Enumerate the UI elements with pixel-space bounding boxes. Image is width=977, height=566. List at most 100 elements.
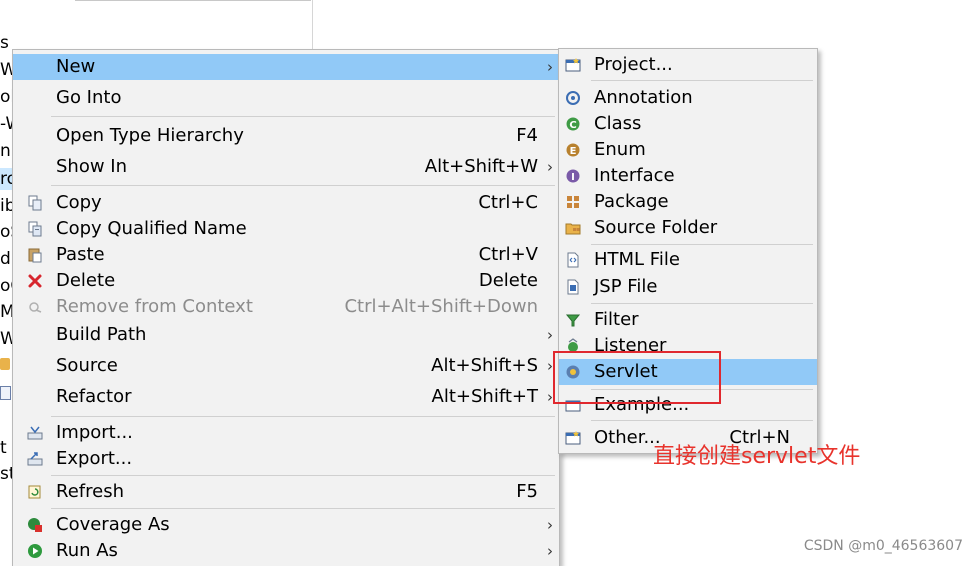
chevron-right-icon: › xyxy=(547,158,553,176)
menu-separator xyxy=(591,244,813,245)
menu-item-paste[interactable]: Paste Ctrl+V xyxy=(13,242,559,268)
submenu-item-label: Interface xyxy=(594,165,675,186)
folder-icon xyxy=(0,358,10,370)
remove-context-icon xyxy=(29,302,42,313)
menu-item-shortcut: Alt+Shift+T xyxy=(431,386,538,407)
submenu-item-label: Project... xyxy=(594,54,673,75)
menu-item-shortcut: F5 xyxy=(516,481,538,502)
menu-item-shortcut: Ctrl+Alt+Shift+Down xyxy=(344,296,538,317)
chevron-right-icon: › xyxy=(547,326,553,344)
menu-item-source[interactable]: Source Alt+Shift+S › xyxy=(13,353,559,379)
tree-header-line xyxy=(75,0,311,1)
menu-item-label: Remove from Context xyxy=(56,296,253,317)
import-icon xyxy=(27,426,43,440)
menu-separator xyxy=(51,116,555,117)
submenu-item-html-file[interactable]: HTML File xyxy=(559,247,817,273)
file-icon xyxy=(0,386,11,400)
context-menu: New › Go Into Open Type Hierarchy F4 Sho… xyxy=(12,49,560,566)
menu-item-copy[interactable]: Copy Ctrl+C xyxy=(13,190,559,216)
chevron-right-icon: › xyxy=(547,542,553,560)
run-icon xyxy=(28,544,42,558)
submenu-item-enum[interactable]: E Enum xyxy=(559,137,817,163)
menu-item-coverage-as[interactable]: Coverage As › xyxy=(13,512,559,538)
menu-item-open-type-hierarchy[interactable]: Open Type Hierarchy F4 xyxy=(13,123,559,149)
submenu-item-filter[interactable]: Filter xyxy=(559,307,817,333)
submenu-item-label: Other... xyxy=(594,427,661,448)
menu-item-label: Go Into xyxy=(56,87,122,108)
submenu-item-label: Filter xyxy=(594,309,639,330)
other-icon xyxy=(565,431,581,445)
menu-separator xyxy=(591,420,813,421)
menu-item-label: Import... xyxy=(56,422,133,443)
menu-item-import[interactable]: Import... xyxy=(13,420,559,446)
submenu-item-source-folder[interactable]: Source Folder xyxy=(559,215,817,241)
menu-item-shortcut: F4 xyxy=(516,125,538,146)
menu-item-label: Refresh xyxy=(56,481,124,502)
submenu-item-label: Enum xyxy=(594,139,646,160)
menu-item-shortcut: Ctrl+C xyxy=(478,192,538,213)
annotation-icon xyxy=(566,91,580,105)
submenu-item-project[interactable]: Project... xyxy=(559,52,817,78)
class-icon: C xyxy=(566,117,580,131)
menu-item-shortcut: Ctrl+V xyxy=(478,244,538,265)
watermark: CSDN @m0_46563607 xyxy=(803,538,963,554)
chevron-right-icon: › xyxy=(547,516,553,534)
interface-icon: I xyxy=(566,169,580,183)
package-icon xyxy=(567,196,579,208)
submenu-item-label: HTML File xyxy=(594,249,680,270)
menu-item-show-in[interactable]: Show In Alt+Shift+W › xyxy=(13,154,559,180)
menu-separator xyxy=(51,416,555,417)
menu-item-export[interactable]: Export... xyxy=(13,446,559,472)
menu-item-label: Source xyxy=(56,355,118,376)
submenu-item-annotation[interactable]: Annotation xyxy=(559,85,817,111)
menu-item-label: Show In xyxy=(56,156,128,177)
chevron-right-icon: › xyxy=(547,58,553,76)
menu-item-delete[interactable]: Delete Delete xyxy=(13,268,559,294)
source-folder-icon xyxy=(565,223,581,235)
paste-icon xyxy=(28,248,42,263)
menu-item-label: New xyxy=(56,56,96,77)
menu-item-refresh[interactable]: Refresh F5 xyxy=(13,479,559,505)
menu-item-label: Build Path xyxy=(56,324,147,345)
menu-item-label: Refactor xyxy=(56,386,132,407)
export-icon xyxy=(27,452,43,466)
submenu-item-label: Source Folder xyxy=(594,217,718,238)
submenu-item-jsp-file[interactable]: JSP File xyxy=(559,274,817,300)
copy-qualified-name-icon xyxy=(28,221,42,237)
menu-separator xyxy=(51,185,555,186)
annotation-highlight-box xyxy=(553,351,721,404)
copy-icon xyxy=(28,195,42,211)
menu-item-label: Delete xyxy=(56,270,116,291)
submenu-item-package[interactable]: Package xyxy=(559,189,817,215)
menu-item-build-path[interactable]: Build Path › xyxy=(13,322,559,348)
project-icon xyxy=(565,58,581,72)
menu-item-label: Run As xyxy=(56,540,118,561)
menu-item-label: Coverage As xyxy=(56,514,170,535)
menu-separator xyxy=(51,475,555,476)
svg-text:I: I xyxy=(571,172,575,183)
menu-item-shortcut: Delete xyxy=(478,270,538,291)
submenu-item-label: Package xyxy=(594,191,669,212)
menu-item-shortcut: Alt+Shift+W xyxy=(424,156,538,177)
menu-item-refactor[interactable]: Refactor Alt+Shift+T › xyxy=(13,384,559,410)
menu-item-run-as[interactable]: Run As › xyxy=(13,538,559,564)
menu-item-label: Paste xyxy=(56,244,105,265)
menu-item-label: Copy Qualified Name xyxy=(56,218,247,239)
delete-icon xyxy=(28,274,42,288)
html-file-icon xyxy=(567,252,579,268)
svg-text:E: E xyxy=(570,146,577,157)
menu-item-new[interactable]: New › xyxy=(13,54,559,80)
submenu-item-label: Class xyxy=(594,113,642,134)
menu-item-go-into[interactable]: Go Into xyxy=(13,85,559,111)
menu-separator xyxy=(591,303,813,304)
menu-item-copy-qualified-name[interactable]: Copy Qualified Name xyxy=(13,216,559,242)
svg-text:C: C xyxy=(569,120,576,131)
jsp-file-icon xyxy=(567,279,579,295)
menu-separator xyxy=(51,508,555,509)
enum-icon: E xyxy=(566,143,580,157)
menu-item-shortcut: Alt+Shift+S xyxy=(431,355,538,376)
submenu-item-class[interactable]: C Class xyxy=(559,111,817,137)
coverage-icon xyxy=(28,518,42,532)
menu-item-remove-from-context: Remove from Context Ctrl+Alt+Shift+Down xyxy=(13,294,559,320)
submenu-item-interface[interactable]: I Interface xyxy=(559,163,817,189)
